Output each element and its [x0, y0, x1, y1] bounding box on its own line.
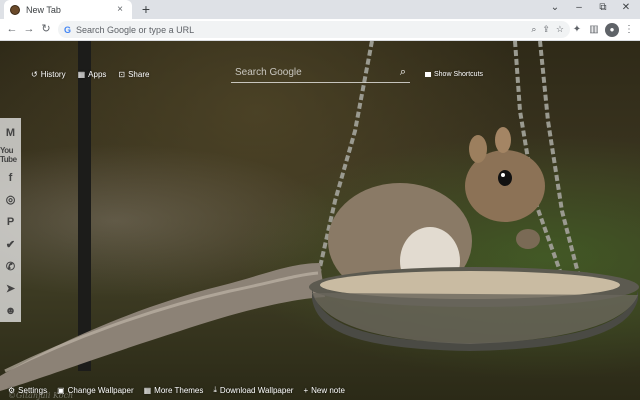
download-wallpaper-label: Download Wallpaper [219, 385, 294, 395]
tab-close-icon[interactable]: × [114, 4, 126, 15]
show-shortcuts-button[interactable]: Show Shortcuts [425, 71, 483, 78]
apps-label: Apps [88, 70, 107, 79]
side-panel-icon[interactable]: ▥ [587, 23, 601, 37]
apps-icon: ▦ [77, 70, 86, 79]
plus-icon: + [303, 385, 309, 395]
google-g-icon: G [64, 24, 72, 35]
share-page-icon[interactable]: ⇪ [542, 24, 550, 35]
tab-title: New Tab [26, 4, 61, 15]
instagram-icon[interactable]: ◎ [0, 189, 21, 211]
squirrel-favicon-icon [10, 4, 20, 15]
tab-strip: New Tab × + ⌄ – ⧉ ✕ [0, 0, 640, 19]
squirrel-eye-highlight [501, 173, 505, 177]
bottom-bar: ⚙ Settings ▣ Change Wallpaper ▦ More The… [0, 381, 640, 399]
whatsapp-icon[interactable]: ✆ [0, 255, 21, 277]
new-note-button[interactable]: + New note [303, 386, 344, 395]
more-themes-label: More Themes [154, 385, 204, 395]
share-icon: ⊡ [118, 70, 126, 79]
browser-toolbar: ← → ↻ G Search Google or type a URL ⌕ ⇪ … [0, 19, 640, 41]
zoom-icon[interactable]: ⌕ [531, 24, 536, 35]
chain-right [538, 41, 580, 274]
tab-new-tab[interactable]: New Tab × [4, 0, 132, 19]
close-window-button[interactable]: ✕ [619, 2, 633, 13]
back-button[interactable]: ← [5, 22, 19, 36]
google-search-box[interactable]: Search Google ⌕ [231, 63, 410, 83]
search-icon[interactable]: ⌕ [396, 66, 410, 79]
squirrel-wallpaper [0, 41, 639, 391]
top-links: ↺ History ▦ Apps ⊡ Share [31, 70, 149, 79]
minimize-button[interactable]: – [572, 2, 586, 13]
social-sidebar: M You Tube f ◎ P ✔ ✆ ➤ ☻ [0, 118, 21, 322]
youtube-icon[interactable]: You Tube [0, 144, 21, 166]
extensions-icon[interactable]: ✦ [570, 23, 584, 37]
history-icon: ↺ [31, 70, 38, 79]
shortcuts-icon [425, 72, 431, 77]
new-tab-page: ↺ History ▦ Apps ⊡ Share Search Google ⌕… [0, 41, 640, 400]
telegram-icon[interactable]: ➤ [0, 278, 21, 300]
squirrel-ear-left [469, 135, 487, 163]
menu-kebab-icon[interactable]: ⋮ [622, 23, 636, 37]
history-link[interactable]: ↺ History [31, 70, 66, 79]
forward-button[interactable]: → [22, 22, 36, 36]
squirrel-ear-right [495, 127, 511, 153]
show-shortcuts-label: Show Shortcuts [434, 71, 484, 78]
share-link[interactable]: ⊡ Share [118, 70, 149, 79]
facebook-icon[interactable]: f [0, 166, 21, 188]
share-label: Share [128, 70, 150, 79]
reload-button[interactable]: ↻ [39, 22, 53, 36]
profile-avatar-icon[interactable]: ● [605, 23, 619, 37]
squirrel-eye [498, 170, 512, 186]
photo-watermark: ©Gitanjali Koch [8, 391, 74, 400]
reddit-icon[interactable]: ☻ [0, 300, 21, 322]
history-label: History [40, 70, 66, 79]
restore-button[interactable]: ⧉ [596, 2, 610, 13]
omnibox[interactable]: G Search Google or type a URL ⌕ ⇪ ☆ [58, 21, 570, 38]
more-themes-button[interactable]: ▦ More Themes [144, 386, 204, 395]
apps-link[interactable]: ▦ Apps [78, 70, 107, 79]
grid-icon: ▦ [143, 385, 152, 395]
tab-search-icon[interactable]: ⌄ [548, 2, 562, 13]
pinterest-icon[interactable]: P [0, 211, 21, 233]
squirrel-paws [516, 229, 540, 249]
youtube-label: You Tube [0, 146, 17, 165]
pole-shape [78, 41, 91, 371]
search-input[interactable]: Search Google [231, 67, 396, 78]
new-note-label: New note [311, 385, 345, 395]
gmail-icon[interactable]: M [0, 122, 21, 144]
omnibox-placeholder: Search Google or type a URL [76, 24, 195, 35]
twitter-icon[interactable]: ✔ [0, 233, 21, 255]
bookmark-star-icon[interactable]: ☆ [556, 24, 564, 35]
new-tab-button[interactable]: + [139, 2, 153, 16]
change-wallpaper-label: Change Wallpaper [67, 385, 134, 395]
download-icon: ⤓ [213, 385, 217, 394]
download-wallpaper-button[interactable]: ⤓ Download Wallpaper [213, 385, 293, 395]
